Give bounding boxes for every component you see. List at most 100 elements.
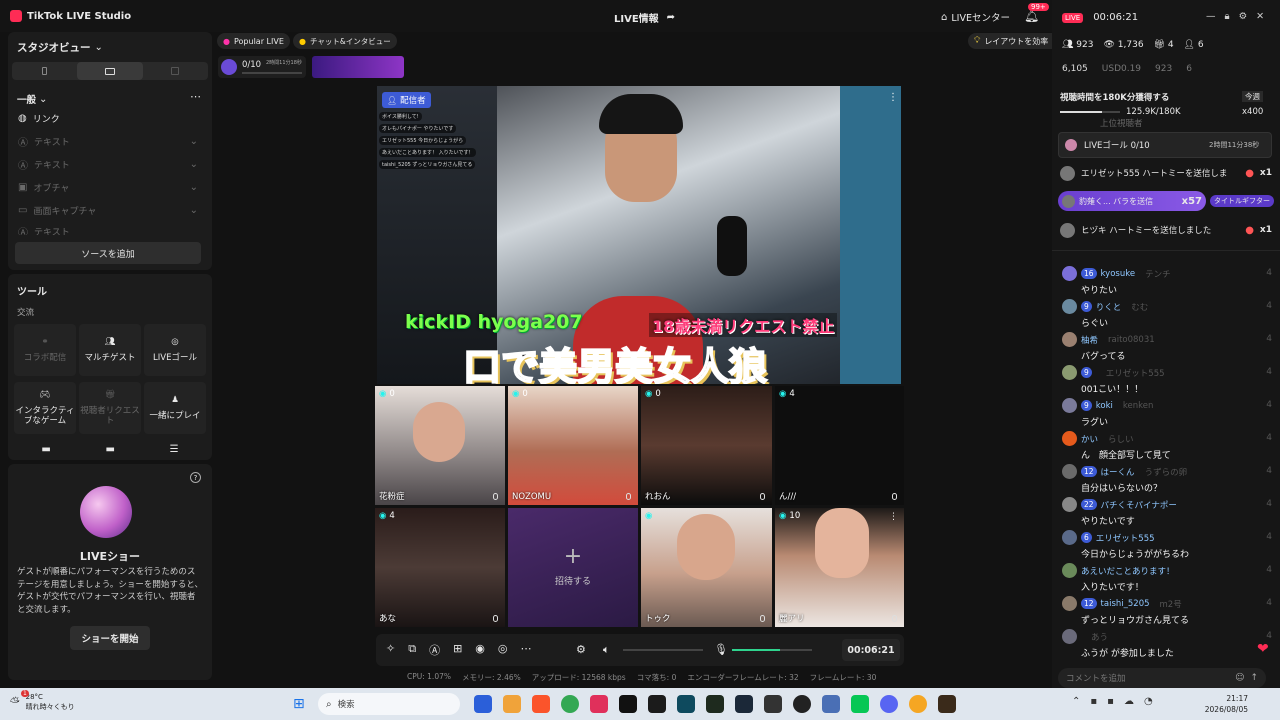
app-icon[interactable] (764, 695, 782, 713)
music-on-stage-banner[interactable] (312, 56, 404, 78)
more-options-icon[interactable]: ⋯ (521, 642, 532, 658)
chat-message[interactable]: 6 エリゼット555 今日からじょうががちるわ 4 (1062, 530, 1272, 560)
start-show-button[interactable]: ショーを開始 (70, 626, 150, 650)
source-item[interactable]: ◍ リンク (18, 112, 198, 125)
app-icon[interactable] (474, 695, 492, 713)
goal-widget[interactable]: 0/10 2時間11分18秒 (218, 56, 306, 78)
guest-tile[interactable]: ◉ 0 花粉症 (375, 386, 505, 505)
invite-guest-tile[interactable]: + 招待する (508, 508, 638, 627)
layout-icon[interactable]: ▬ (41, 444, 50, 458)
tool-play-together[interactable]: ♟ 一緒にプレイ (144, 382, 206, 434)
weather-widget[interactable]: ⛅︎ 28°C 晴れ時々くもり 1 (10, 690, 75, 712)
chat-message[interactable]: かい らしいん 顔全部写して見て 4 (1062, 431, 1272, 461)
guest-tile[interactable]: ◉ 0 れおん (641, 386, 772, 505)
guest-tile[interactable]: ◉ 10 ⋮ 麗アリ (775, 508, 904, 627)
add-media-icon[interactable]: ⊞ (453, 642, 462, 658)
chat-message[interactable]: 22 パチくそパイナポー やりたいです 4 (1062, 497, 1272, 527)
studio-view-dropdown[interactable]: スタジオビュー ⌄ (17, 40, 103, 55)
tiktok-icon[interactable] (619, 695, 637, 713)
windows-start-icon[interactable]: ⊞ (293, 696, 305, 712)
record-icon[interactable]: ◉ (475, 642, 485, 658)
add-source-button[interactable]: ソースを追加 (15, 242, 201, 264)
host-video[interactable]: 👤︎ 配信者 ⋮ ボイス勝利して! オレもパイナポー やりたいです エリゼット5… (377, 86, 901, 384)
mic-icon[interactable] (626, 493, 631, 500)
notification-bell[interactable]: 🔔︎ 99+ (1024, 3, 1049, 23)
chat-message[interactable]: 16 kyosuke テンチ やりたい 4 (1062, 266, 1272, 296)
cloud-icon[interactable]: ☁ (1124, 696, 1134, 707)
heart-icon[interactable]: ❤ (1257, 641, 1269, 657)
app-icon[interactable] (706, 695, 724, 713)
dual-mode-button[interactable] (143, 62, 208, 80)
chevron-up-icon[interactable]: ⌃ (1072, 696, 1080, 707)
ai-icon[interactable]: Ⓐ (429, 642, 440, 658)
chat-message[interactable]: あう ふうが が参加しました 4 (1062, 629, 1272, 659)
tray-icon[interactable]: ▪ (1107, 696, 1114, 707)
app-icon[interactable] (677, 695, 695, 713)
comment-input[interactable]: コメントを追加 ☺ ↑ (1058, 668, 1266, 688)
source-item[interactable]: Ⓐ テキスト (18, 227, 198, 236)
app-icon[interactable] (938, 695, 956, 713)
taskbar-search[interactable]: ⌕ 検索 (318, 693, 460, 715)
close-icon[interactable]: ✕ (1256, 11, 1264, 22)
tray-icon[interactable]: ▪ (1090, 696, 1097, 707)
discord-icon[interactable] (880, 695, 898, 713)
app-icon[interactable] (648, 695, 666, 713)
mic-icon[interactable] (760, 615, 765, 622)
screen-capture-icon[interactable]: ⧉ (408, 642, 416, 658)
brave-icon[interactable] (532, 695, 550, 713)
source-item[interactable]: Ⓐ テキスト ⌄ (18, 135, 198, 149)
popular-live-chip[interactable]: ● Popular LIVE (217, 33, 290, 49)
live-info-link[interactable]: LIVE情報 ➦ (614, 10, 675, 25)
obs-icon[interactable] (793, 695, 811, 713)
speaker-icon[interactable]: 🔈︎ (603, 643, 610, 657)
source-group-general[interactable]: 一般 ⌄ (17, 92, 47, 107)
lock-icon[interactable]: 🔒︎ (1225, 11, 1230, 22)
guest-tile[interactable]: ◉ トゥク (641, 508, 772, 627)
chat-message[interactable]: あえいだことあります！ 入りたいです！ 4 (1062, 563, 1272, 593)
emoji-icon[interactable]: ☺ (1235, 673, 1244, 683)
minimize-icon[interactable]: — (1206, 11, 1216, 22)
settings-sliders-icon[interactable]: ⚙ (576, 643, 586, 656)
guest-tile[interactable]: ◉ 4 ん/// (775, 386, 904, 505)
help-icon[interactable]: ? (190, 472, 201, 483)
source-item[interactable]: ▣ オブチャ ⌄ (18, 181, 198, 194)
video-menu-icon[interactable]: ⋮ (888, 92, 898, 103)
guest-tile[interactable]: ◉ 0 NOZOMU (508, 386, 638, 505)
line-icon[interactable] (851, 695, 869, 713)
mic-icon[interactable] (892, 493, 897, 500)
live-center-button[interactable]: ⌂ LIVEセンター (941, 10, 1010, 25)
tool-live-goal[interactable]: ◎ LIVEゴール (144, 324, 206, 376)
chat-interview-chip[interactable]: ● チャット&インタビュー (293, 33, 397, 49)
tool-multi-guest[interactable]: 👥︎ マルチゲスト (79, 324, 141, 376)
portrait-mode-button[interactable] (12, 62, 77, 80)
wifi-icon[interactable]: ◔ (1144, 696, 1153, 707)
tile-menu-icon[interactable]: ⋮ (889, 512, 898, 522)
volume-slider[interactable] (623, 649, 703, 651)
menu-icon[interactable]: ☰ (170, 444, 179, 458)
chrome-icon[interactable] (561, 695, 579, 713)
live-goal-card[interactable]: LIVEゴール 0/10 2時間11分38秒 (1058, 132, 1272, 158)
settings-icon[interactable]: ⚙ (1239, 11, 1248, 22)
more-options-icon[interactable]: ⋯ (190, 90, 201, 103)
chat-message[interactable]: 12 はーくん うずらの卵 自分はいらないの？ 4 (1062, 464, 1272, 494)
microphone-icon[interactable]: 🎙︎ (714, 643, 728, 656)
source-item[interactable]: ▭ 画面キャプチャ ⌄ (18, 204, 198, 217)
chat-message[interactable]: 12 taishi_5205 m2号 ずっとリョウガさん見てる 4 (1062, 596, 1272, 626)
app-icon[interactable] (822, 695, 840, 713)
tool-interactive-game[interactable]: 🎮︎ インタラクティブなゲーム (14, 382, 76, 434)
send-icon[interactable]: ↑ (1250, 673, 1258, 683)
guest-tile[interactable]: ◉ 4 あな (375, 508, 505, 627)
chat-message[interactable]: 9 りくと むむ らぐい 4 (1062, 299, 1272, 329)
chat-message[interactable]: 9 エリゼット555 001こい！！！ 4 (1062, 365, 1272, 395)
app-icon[interactable] (590, 695, 608, 713)
mic-icon[interactable] (760, 493, 765, 500)
tool-viewer-request[interactable]: 🎁︎ 視聴者リクエスト (79, 382, 141, 434)
source-item[interactable]: Ⓐ テキスト ⌄ (18, 158, 198, 172)
mic-icon[interactable] (493, 615, 498, 622)
clock[interactable]: 21:17 2026/08/05 (1200, 693, 1248, 715)
mic-icon[interactable] (493, 493, 498, 500)
tool-collab[interactable]: ⚭ コラボ配信 (14, 324, 76, 376)
layout-tip-chip[interactable]: 💡︎ レイアウトを効率 (968, 33, 1052, 49)
magic-wand-icon[interactable]: ✧ (386, 642, 395, 658)
mic-icon[interactable] (892, 615, 897, 622)
